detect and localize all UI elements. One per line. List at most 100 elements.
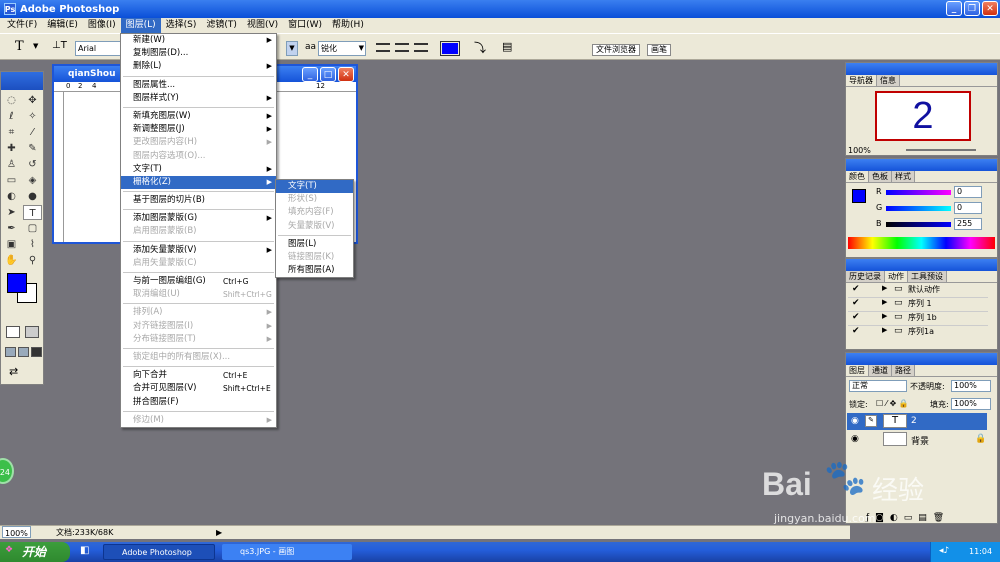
layer_menu-item[interactable]: 分布链接图层(T) ▶ <box>121 333 276 346</box>
badge[interactable]: 24 <box>0 458 14 484</box>
layer_menu-item[interactable]: 删除(L) ▶ <box>121 60 276 73</box>
menu-file[interactable]: 文件(F) <box>2 18 42 33</box>
clone-stamp-tool-icon[interactable]: ♙ <box>2 157 21 172</box>
zoom-tool-icon[interactable]: ⚲ <box>23 253 42 268</box>
layer_menu-item[interactable]: 启用图层蒙版(B) <box>121 225 276 238</box>
rasterize_menu-item[interactable]: 填充内容(F) <box>276 206 353 219</box>
color-ramp[interactable] <box>848 237 995 249</box>
tab-history[interactable]: 历史记录 <box>846 271 885 282</box>
eyedropper-tool-icon[interactable]: ⌇ <box>23 237 42 252</box>
layer_menu-item[interactable]: 文字(T) ▶ <box>121 163 276 176</box>
layer_menu-item[interactable]: 对齐链接图层(I) ▶ <box>121 320 276 333</box>
layer_menu-item[interactable]: 图层样式(Y) ▶ <box>121 92 276 105</box>
screen-mode-full-menu-icon[interactable] <box>18 347 29 357</box>
tab-color[interactable]: 颜色 <box>846 171 869 182</box>
tab-info[interactable]: 信息 <box>877 75 900 86</box>
align-center-icon[interactable] <box>395 43 409 52</box>
opacity-field[interactable]: 100% <box>951 380 991 392</box>
marquee-tool-icon[interactable]: ◌ <box>2 93 21 108</box>
shape-tool-icon[interactable]: ▢ <box>23 221 42 236</box>
rasterize_menu-item[interactable]: 链接图层(K) <box>276 251 353 264</box>
layer-row-background[interactable]: ◉ 背景 🔒 <box>847 431 987 448</box>
layer_menu-item[interactable]: 排列(A) ▶ <box>121 306 276 319</box>
brush-tool-icon[interactable]: ✎ <box>23 141 42 156</box>
eraser-tool-icon[interactable]: ▭ <box>2 173 21 188</box>
layer_menu-item[interactable]: 更改图层内容(H) ▶ <box>121 136 276 149</box>
screen-mode-full-icon[interactable] <box>31 347 42 357</box>
rasterize_menu-item[interactable]: 矢量蒙版(V) <box>276 220 353 233</box>
menu-filter[interactable]: 滤镜(T) <box>201 18 242 33</box>
healing-brush-tool-icon[interactable]: ✚ <box>2 141 21 156</box>
menu-image[interactable]: 图像(I) <box>83 18 121 33</box>
restore-button[interactable]: ❐ <box>964 1 980 16</box>
text-orientation-icon[interactable]: ⊥T <box>52 40 67 51</box>
chevron-down-icon[interactable]: ▼ <box>33 42 38 50</box>
layer_menu-item[interactable]: 复制图层(D)... <box>121 47 276 60</box>
tab-tool-presets[interactable]: 工具预设 <box>908 271 947 282</box>
hand-tool-icon[interactable]: ✋ <box>2 253 21 268</box>
menu-view[interactable]: 视图(V) <box>242 18 283 33</box>
g-slider[interactable] <box>886 206 951 211</box>
layer_menu-item[interactable]: 添加矢量蒙版(V) ▶ <box>121 244 276 257</box>
menu-select[interactable]: 选择(S) <box>161 18 202 33</box>
doc-maximize-button[interactable]: □ <box>320 67 336 82</box>
foreground-color-swatch[interactable] <box>7 273 27 293</box>
task-paint[interactable]: qs3.JPG - 画图 <box>222 544 352 560</box>
rasterize_menu-item[interactable]: 所有图层(A) <box>276 264 353 277</box>
screen-mode-standard-icon[interactable] <box>5 347 16 357</box>
doc-close-button[interactable]: ✕ <box>338 67 354 82</box>
lock-icons[interactable]: ☐ ⁄ ✥ 🔒 <box>876 399 909 408</box>
menu-window[interactable]: 窗口(W) <box>283 18 327 33</box>
layer_menu-item[interactable]: 图层属性... <box>121 79 276 92</box>
tab-styles[interactable]: 样式 <box>892 171 915 182</box>
blur-tool-icon[interactable]: ◐ <box>2 189 21 204</box>
menu-layer[interactable]: 图层(L) <box>120 18 161 33</box>
tab-layers[interactable]: 图层 <box>846 365 869 376</box>
doc-minimize-button[interactable]: _ <box>302 67 318 82</box>
layer_menu-item[interactable]: 合并可见图层(V) Shift+Ctrl+E <box>121 382 276 395</box>
layer_menu-item[interactable]: 栅格化(Z) ▶ <box>121 175 276 190</box>
type-tool-preset-icon[interactable]: T <box>15 39 24 54</box>
rasterize_menu-item[interactable]: 图层(L) <box>276 238 353 251</box>
tray-icon[interactable]: ◂♪ <box>939 546 949 556</box>
tab-actions[interactable]: 动作 <box>885 271 908 282</box>
tab-channels[interactable]: 通道 <box>869 365 892 376</box>
magic-wand-tool-icon[interactable]: ✧ <box>23 109 42 124</box>
layer_menu-item[interactable]: 启用矢量蒙版(C) <box>121 257 276 270</box>
action-row[interactable]: ✔ ▶ ▭ 序列 1b <box>848 312 988 326</box>
layers-panel-footer-icons[interactable]: ƒ◙◐▭▤🗑 <box>866 513 986 523</box>
jump-to-imageready-icon[interactable]: ⇄ <box>9 365 18 378</box>
layer_menu-item[interactable]: 向下合并 Ctrl+E <box>121 369 276 382</box>
pen-tool-icon[interactable]: ✒ <box>2 221 21 236</box>
layer-row-text[interactable]: ◉ ✎ T 2 <box>847 413 987 430</box>
layer_menu-item[interactable]: 取消编组(U) Shift+Ctrl+G <box>121 288 276 301</box>
layer_menu-item[interactable]: 与前一图层编组(G) Ctrl+G <box>121 275 276 288</box>
action-row[interactable]: ✔ ▶ ▭ 默认动作 <box>848 284 988 298</box>
menu-help[interactable]: 帮助(H) <box>327 18 369 33</box>
font-size-dropdown-button[interactable]: ▼ <box>286 41 298 56</box>
tab-paths[interactable]: 路径 <box>892 365 915 376</box>
layer_menu-item[interactable]: 锁定组中的所有图层(X)... <box>121 351 276 364</box>
type-tool-icon[interactable]: T <box>23 205 42 220</box>
r-slider[interactable] <box>886 190 951 195</box>
gradient-tool-icon[interactable]: ◈ <box>23 173 42 188</box>
crop-tool-icon[interactable]: ⌗ <box>2 125 21 140</box>
layer_menu-item[interactable]: 新调整图层(J) ▶ <box>121 123 276 136</box>
antialias-select[interactable]: 锐化 ▼ <box>318 41 366 56</box>
standard-mode-icon[interactable] <box>6 326 20 338</box>
lasso-tool-icon[interactable]: ℓ <box>2 109 21 124</box>
close-button[interactable]: ✕ <box>982 1 998 16</box>
quick-mask-icon[interactable] <box>25 326 39 338</box>
path-selection-tool-icon[interactable]: ➤ <box>2 205 21 220</box>
rasterize_menu-item[interactable]: 文字(T) <box>276 180 353 194</box>
layer_menu-item[interactable]: 修边(M) ▶ <box>121 414 276 427</box>
text-color-swatch[interactable] <box>440 41 460 56</box>
move-tool-icon[interactable]: ✥ <box>23 93 42 108</box>
slice-tool-icon[interactable]: ⁄ <box>23 125 42 140</box>
notes-tool-icon[interactable]: ▣ <box>2 237 21 252</box>
tab-navigator[interactable]: 导航器 <box>846 75 877 86</box>
navigator-zoom-slider[interactable] <box>906 149 976 151</box>
navigator-zoom[interactable]: 100% <box>848 146 871 155</box>
task-photoshop[interactable]: Adobe Photoshop <box>103 544 215 560</box>
tab-brushes[interactable]: 画笔 <box>647 44 671 56</box>
